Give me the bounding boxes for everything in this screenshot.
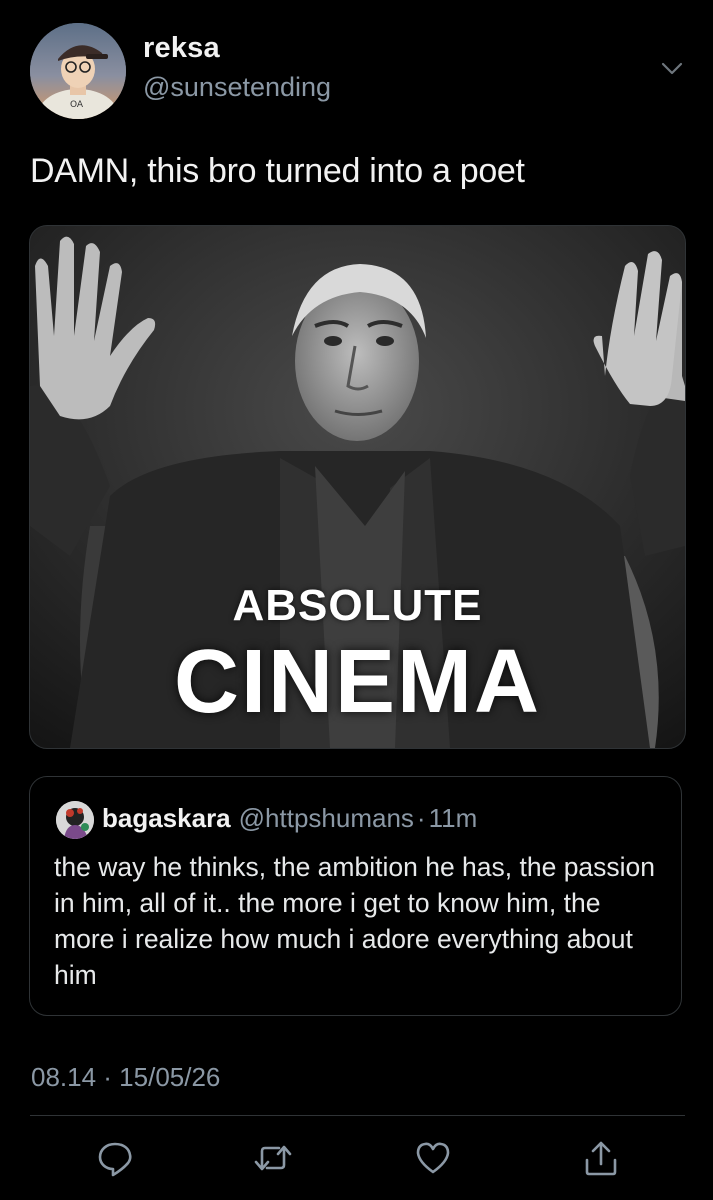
tweet-timestamp: 08.14 · 15/05/26 <box>31 1062 221 1092</box>
quoted-author-avatar[interactable] <box>56 801 94 839</box>
quoted-separator: · <box>416 803 426 833</box>
chevron-down-icon[interactable] <box>655 55 689 83</box>
like-icon[interactable] <box>413 1138 453 1178</box>
quoted-user-avatar-icon <box>56 801 94 839</box>
tweet-image[interactable]: ABSOLUTE CINEMA <box>29 225 686 749</box>
author-avatar[interactable]: OA <box>30 23 126 119</box>
tweet-text: DAMN, this bro turned into a poet <box>30 152 525 190</box>
quoted-header: bagaskara @httpshumans · 11m <box>102 803 477 834</box>
quoted-time: 11m <box>428 803 478 833</box>
meme-caption-bottom: CINEMA <box>174 632 541 732</box>
user-avatar-icon: OA <box>30 23 126 119</box>
svg-text:OA: OA <box>70 100 84 110</box>
quoted-author-name[interactable]: bagaskara <box>102 803 231 833</box>
quoted-author-handle[interactable]: @httpshumans <box>239 803 414 833</box>
author-name[interactable]: reksa <box>143 32 220 65</box>
meme-caption-top: ABSOLUTE <box>232 581 483 630</box>
divider <box>30 1115 685 1116</box>
quoted-text: the way he thinks, the ambition he has, … <box>54 852 656 990</box>
retweet-icon[interactable] <box>253 1138 293 1178</box>
share-icon[interactable] <box>581 1138 621 1178</box>
author-handle[interactable]: @sunsetending <box>143 72 331 103</box>
quoted-tweet[interactable]: bagaskara @httpshumans · 11m the way he thi… <box>29 776 682 1016</box>
reply-icon[interactable] <box>95 1138 135 1178</box>
